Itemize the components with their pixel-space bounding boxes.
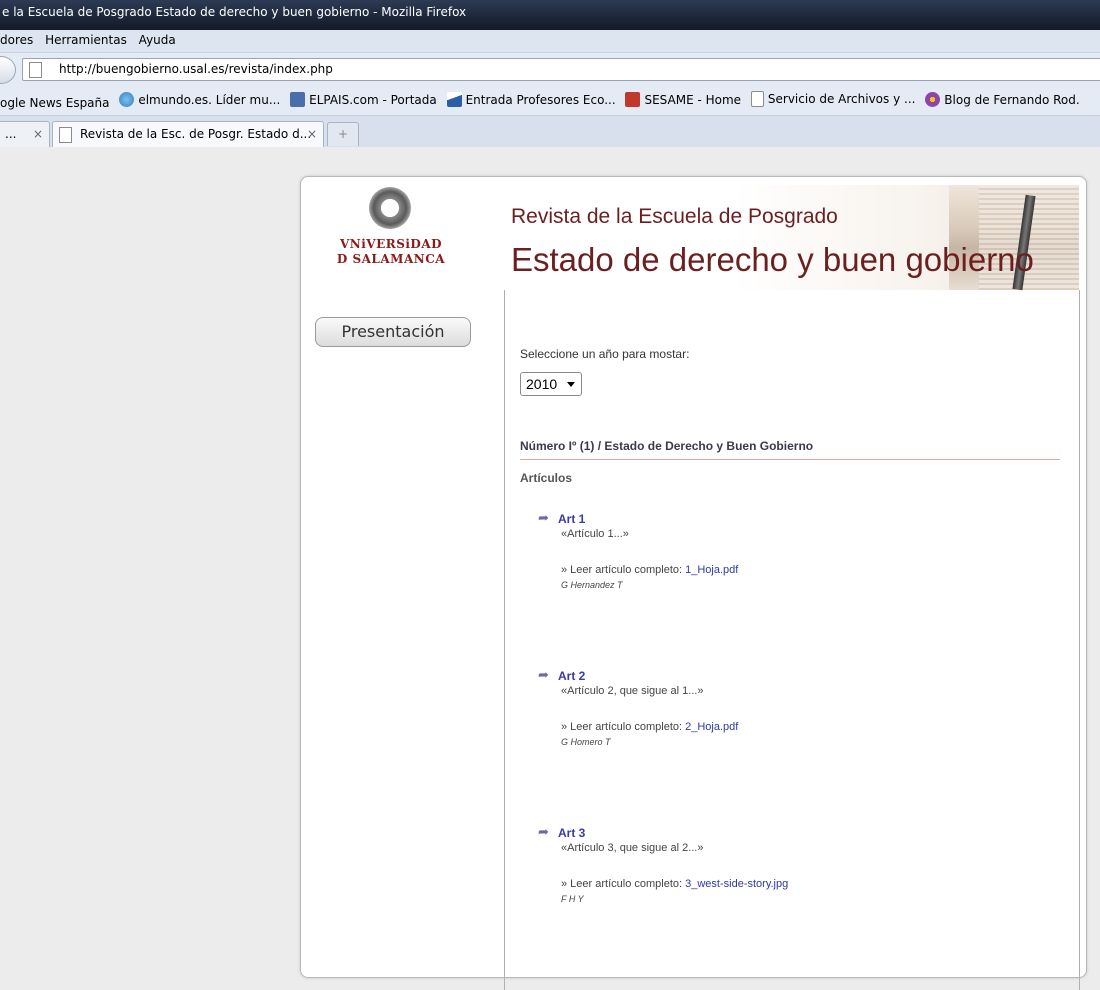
article-file-link[interactable]: 3_west-side-story.jpg: [685, 878, 788, 890]
page-icon: [29, 62, 42, 78]
window-title: e la Escuela de Posgrado Estado de derec…: [2, 5, 467, 19]
tab-label: Revista de la Esc. de Posgr. Estado d...: [80, 127, 312, 141]
bookmark-label: Blog de Fernando Rod.: [944, 92, 1080, 107]
year-select-label: Seleccione un año para mostar:: [520, 347, 690, 361]
article-summary: «Artículo 1...»: [561, 528, 629, 540]
menu-item-help[interactable]: Ayuda: [139, 30, 176, 50]
issue-title: Número Iº (1) / Estado de Derecho y Buen…: [520, 439, 1060, 460]
article-title[interactable]: Art 3: [558, 826, 585, 840]
bookmark-label: ELPAIS.com - Portada: [309, 92, 437, 107]
article-summary: «Artículo 2, que sigue al 1...»: [561, 685, 704, 697]
dropdown-arrow-icon: [567, 382, 575, 387]
site-frame: VNiVERSiDAD D SALAMANCA Revista de la Es…: [300, 176, 1087, 990]
article-file-link[interactable]: 2_Hoja.pdf: [685, 721, 738, 733]
tab-label: ...: [5, 127, 17, 141]
year-select[interactable]: 2010: [520, 372, 582, 396]
read-prefix: » Leer artículo completo:: [561, 564, 686, 576]
university-logo: VNiVERSiDAD D SALAMANCA: [311, 237, 471, 267]
read-prefix: » Leer artículo completo:: [561, 878, 686, 890]
sesame-icon: [625, 92, 641, 107]
navigation-bar: http://buengobierno.usal.es/revista/inde…: [0, 53, 1100, 85]
university-logo-line2: D SALAMANCA: [336, 252, 446, 266]
bookmark-profesores[interactable]: Entrada Profesores Eco...: [446, 86, 616, 114]
bookmarks-bar: ogle News España elmundo.es. Líder mu...…: [0, 85, 1100, 116]
usal-icon: [446, 92, 462, 107]
tab-revista[interactable]: Revista de la Esc. de Posgr. Estado d...…: [52, 121, 324, 147]
article-read-line: » Leer artículo completo: 3_west-side-st…: [561, 878, 788, 890]
close-tab-icon[interactable]: ×: [307, 122, 317, 147]
tab-bar: ... × Revista de la Esc. de Posgr. Estad…: [0, 116, 1100, 148]
back-button[interactable]: [0, 56, 16, 84]
year-select-value: 2010: [526, 376, 558, 392]
article-read-line: » Leer artículo completo: 1_Hoja.pdf: [561, 564, 738, 576]
bookmark-elmundo[interactable]: elmundo.es. Líder mu...: [119, 86, 280, 114]
bookmark-archivos[interactable]: Servicio de Archivos y ...: [750, 85, 916, 113]
presentacion-button[interactable]: Presentación: [315, 317, 471, 347]
article-read-line: » Leer artículo completo: 2_Hoja.pdf: [561, 721, 738, 733]
article-file-link[interactable]: 1_Hoja.pdf: [685, 564, 738, 576]
share-arrow-icon: ➦: [538, 824, 549, 839]
close-tab-icon[interactable]: ×: [33, 122, 43, 147]
university-logo-line1: VNiVERSiDAD: [339, 237, 443, 251]
article-author: G Hernandez T: [561, 580, 623, 590]
article-author: F H Y: [561, 894, 584, 904]
menu-item-tools[interactable]: Herramientas: [45, 30, 127, 50]
bookmark-label: Entrada Profesores Eco...: [465, 92, 616, 107]
banner-title: Estado de derecho y buen gobierno: [511, 241, 1034, 278]
main-content: Seleccione un año para mostar: 2010 Núme…: [504, 290, 1080, 990]
site-banner: Revista de la Escuela de Posgrado Estado…: [501, 185, 1079, 291]
banner-subtitle: Revista de la Escuela de Posgrado: [511, 205, 838, 228]
page-viewport: VNiVERSiDAD D SALAMANCA Revista de la Es…: [0, 147, 1100, 990]
blog-icon: [925, 92, 941, 107]
bookmark-label: elmundo.es. Líder mu...: [138, 92, 281, 107]
bookmark-blog[interactable]: Blog de Fernando Rod.: [925, 86, 1080, 114]
menu-bar: dores Herramientas Ayuda: [0, 30, 1100, 53]
page-icon: [750, 91, 764, 107]
bookmark-sesame[interactable]: SESAME - Home: [625, 86, 741, 114]
tab-previous[interactable]: ... ×: [0, 121, 50, 147]
university-seal-icon: [369, 187, 411, 229]
page-icon: [59, 127, 72, 143]
bookmark-google-news[interactable]: ogle News España: [0, 89, 110, 115]
article-title[interactable]: Art 2: [558, 669, 585, 683]
article-title[interactable]: Art 1: [558, 512, 585, 526]
bookmark-label: Servicio de Archivos y ...: [767, 92, 916, 106]
share-arrow-icon: ➦: [538, 667, 549, 682]
articles-heading: Artículos: [520, 471, 573, 485]
bookmark-label: SESAME - Home: [644, 92, 742, 107]
globe-icon: [119, 92, 135, 107]
article-author: G Homero T: [561, 737, 611, 747]
read-prefix: » Leer artículo completo:: [561, 721, 686, 733]
bookmark-elpais[interactable]: ELPAIS.com - Portada: [290, 86, 437, 114]
window-title-bar: e la Escuela de Posgrado Estado de derec…: [0, 0, 1100, 30]
menu-item-bookmarks[interactable]: dores: [0, 30, 33, 50]
elpais-icon: [290, 92, 306, 107]
share-arrow-icon: ➦: [538, 510, 549, 525]
address-bar[interactable]: http://buengobierno.usal.es/revista/inde…: [22, 58, 1100, 81]
article-summary: «Artículo 3, que sigue al 2...»: [561, 842, 704, 854]
bookmark-label: ogle News España: [0, 96, 110, 110]
url-text: http://buengobierno.usal.es/revista/inde…: [59, 62, 333, 76]
new-tab-button[interactable]: +: [327, 122, 359, 146]
